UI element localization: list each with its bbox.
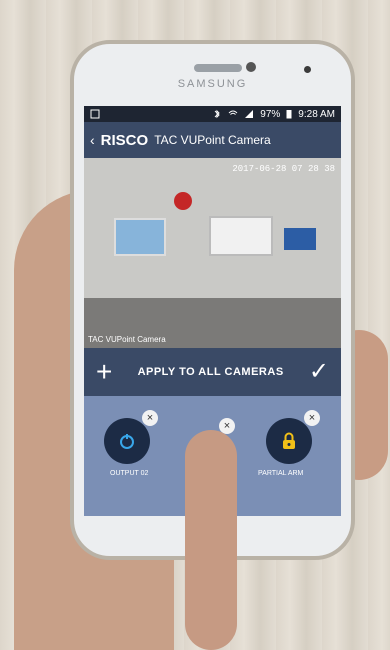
feed-whiteboard [209,216,273,256]
status-time: 9:28 AM [298,108,335,120]
signal-icon [245,110,254,118]
wifi-icon [228,110,238,115]
battery-icon [286,110,292,119]
back-chevron-icon[interactable]: ‹ [90,132,95,148]
remove-partial-arm-button[interactable]: × [304,410,320,426]
camera-name-overlay: TAC VUPoint Camera [88,335,166,344]
partial-arm-tile[interactable]: × [266,410,320,464]
front-camera-icon [246,62,256,72]
battery-percent: 97% [260,108,281,120]
status-bar: 97% 9:28 AM [84,106,341,122]
add-icon[interactable]: + [96,358,112,386]
bluetooth-icon [214,109,220,119]
sensor-icon [304,66,311,73]
video-timestamp: 2017-06-28 07 28 38 [232,164,335,174]
earpiece-speaker [194,64,242,72]
pointing-finger [185,430,237,650]
partial-arm-label: PARTIAL ARM [258,470,304,477]
output-icon [120,434,134,449]
page-title: TAC VUPoint Camera [154,133,271,147]
remove-output-02-button[interactable]: × [142,410,158,426]
output-02-tile[interactable]: × [104,410,158,464]
feed-wall-map [114,218,166,256]
apply-to-all-cameras-button[interactable]: APPLY TO ALL CAMERAS [138,366,284,378]
risco-logo: RISCO [100,131,149,149]
feed-monitor [284,228,316,250]
partial-arm-lock-icon [283,432,295,449]
app-bar: ‹ RISCO TAC VUPoint Camera [84,122,341,158]
output-02-label: OUTPUT 02 [110,470,149,477]
controls-bar: + APPLY TO ALL CAMERAS ✓ [84,348,341,396]
phone-brand: SAMSUNG [177,78,248,90]
camera-feed[interactable]: 2017-06-28 07 28 38 TAC VUPoint Camera [84,158,341,348]
gallery-notification-icon [90,109,100,119]
confirm-check-icon[interactable]: ✓ [309,360,329,384]
feed-siren [174,192,192,210]
